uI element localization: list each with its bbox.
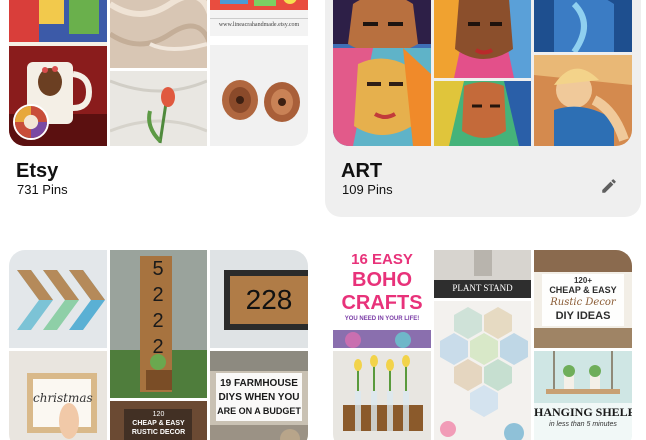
edit-board-button[interactable]: [595, 172, 623, 200]
board-owner-avatar: [13, 104, 49, 140]
pin-image-test-tube-vases: [333, 351, 431, 440]
pin-image-rustic-decor: 120 CHEAP & EASY RUSTIC DECOR: [110, 401, 207, 440]
pin-image-lace: [110, 0, 207, 68]
board-cover-collage[interactable]: 16 EASY BOHO CRAFTS YOU NEED IN YOUR LIF…: [333, 250, 632, 440]
rustic-diy-line: 120+: [573, 276, 593, 285]
pin-image-map-hexagons: [434, 301, 531, 440]
house-number-digit: 2: [152, 310, 164, 332]
board-card-art[interactable]: ART 109 Pins: [325, 0, 641, 217]
pin-image-house-number-post: 5 2 2 2: [110, 250, 207, 398]
etsy-shop-url: www.lineacrahandmade.etsy.com: [218, 22, 300, 28]
house-number-digit: 5: [152, 258, 164, 280]
pin-image-portrait-colorful: [434, 0, 531, 78]
farmhouse-line: DIYS WHEN YOU: [218, 392, 300, 403]
pin-image-portrait-blue: [534, 0, 632, 52]
pin-image-boho-crafts: 16 EASY BOHO CRAFTS YOU NEED IN YOUR LIF…: [333, 250, 431, 348]
board-cover-collage[interactable]: www.lineacrahandmade.etsy.com: [9, 0, 308, 146]
board-pin-count: 731 Pins: [17, 182, 68, 197]
pin-image-portrait-large: [333, 0, 431, 146]
pin-image-portrait-green: [434, 81, 531, 146]
pencil-icon: [600, 177, 618, 195]
pin-image-tulip: [110, 71, 207, 146]
house-number-digit: 2: [152, 336, 164, 358]
house-number-text: 228: [245, 284, 293, 315]
boho-line: BOHO: [352, 269, 412, 291]
rustic-decor-line: RUSTIC DECOR: [131, 429, 186, 436]
pin-image-plant-stand: PLANT STAND: [434, 250, 531, 298]
hanging-shelf-title: HANGING SHELF: [534, 405, 632, 419]
boho-line: CRAFTS: [341, 292, 423, 314]
rustic-decor-line: 120: [152, 411, 165, 418]
christmas-sign-text: christmas: [33, 391, 93, 405]
board-title[interactable]: Etsy: [16, 159, 58, 183]
rustic-diy-line: Rustic Decor: [550, 297, 616, 308]
board-cover-collage[interactable]: christmas 5 2 2 2 120 CHEAP & EASY RUSTI…: [9, 250, 308, 440]
rustic-decor-line: CHEAP & EASY: [132, 420, 185, 427]
farmhouse-line: 19 FARMHOUSE: [220, 378, 298, 389]
pin-image-christmas-sign: christmas: [9, 351, 107, 440]
rustic-diy-line: DIY IDEAS: [555, 310, 611, 322]
board-card-etsy[interactable]: www.lineacrahandmade.etsy.com Etsy 731 P…: [0, 0, 318, 215]
board-pin-count: 109 Pins: [342, 182, 393, 197]
boho-line: 16 EASY: [351, 251, 413, 268]
board-cover-collage[interactable]: [333, 0, 632, 146]
pin-image-house-number-sign: 228: [210, 250, 308, 348]
plant-stand-text: PLANT STAND: [452, 283, 513, 293]
rustic-diy-line: CHEAP & EASY: [549, 285, 617, 295]
board-card-crafts[interactable]: 16 EASY BOHO CRAFTS YOU NEED IN YOUR LIF…: [325, 240, 641, 440]
pin-image-portrait-golden: [534, 55, 632, 146]
house-number-digit: 2: [152, 284, 164, 306]
pin-image-rustic-decor-diy: 120+ CHEAP & EASY Rustic Decor DIY IDEAS: [534, 250, 632, 348]
board-title[interactable]: ART: [341, 159, 382, 183]
pin-image-beads: [210, 45, 308, 146]
hanging-shelf-subtitle: in less than 5 minutes: [549, 421, 617, 428]
pin-image-map-arrows: [9, 250, 107, 348]
pin-image-etsy-shop: www.lineacrahandmade.etsy.com: [210, 0, 308, 42]
board-card-home-diy[interactable]: christmas 5 2 2 2 120 CHEAP & EASY RUSTI…: [0, 240, 318, 440]
farmhouse-line: ARE ON A BUDGET: [217, 406, 301, 416]
pin-image-hanging-shelf: HANGING SHELF in less than 5 minutes: [534, 351, 632, 440]
boho-line: YOU NEED IN YOUR LIFE!: [344, 316, 420, 322]
pin-image-farmhouse-diys: 19 FARMHOUSE DIYS WHEN YOU ARE ON A BUDG…: [210, 351, 308, 440]
